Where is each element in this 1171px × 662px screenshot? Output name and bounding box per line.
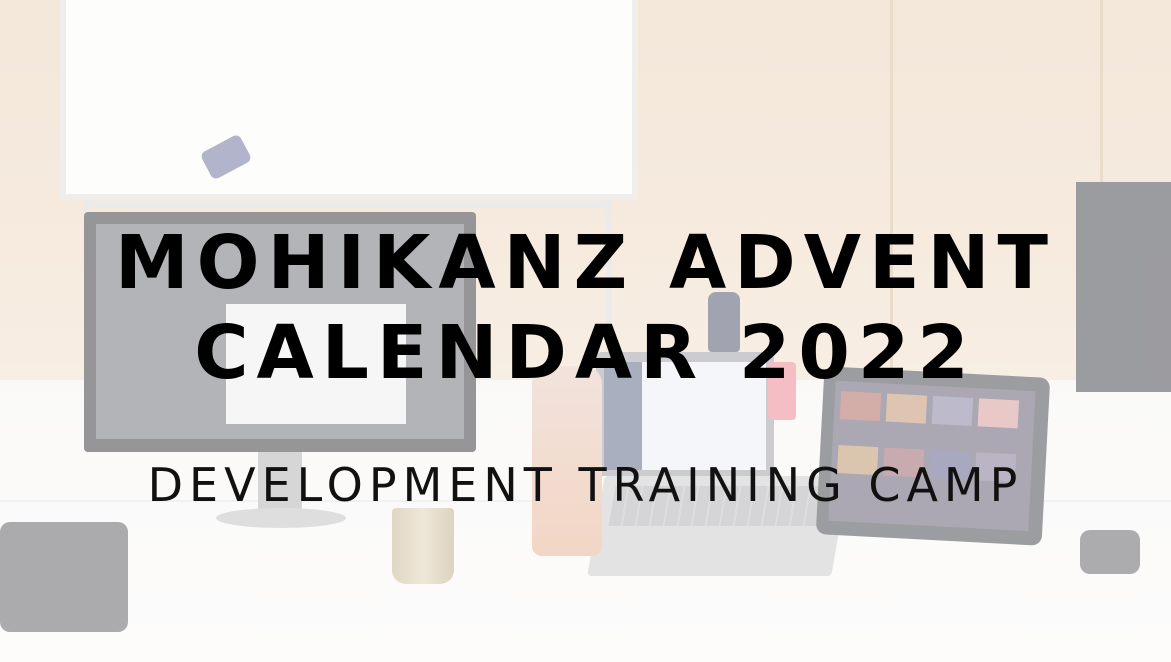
- title-line-1: MOHIKANZ ADVENT: [115, 220, 1056, 306]
- title-line-2: CALENDAR 2022: [194, 310, 977, 396]
- banner-title: MOHIKANZ ADVENT CALENDAR 2022: [0, 218, 1171, 398]
- banner-subtitle: DEVELOPMENT TRAINING CAMP: [147, 458, 1024, 512]
